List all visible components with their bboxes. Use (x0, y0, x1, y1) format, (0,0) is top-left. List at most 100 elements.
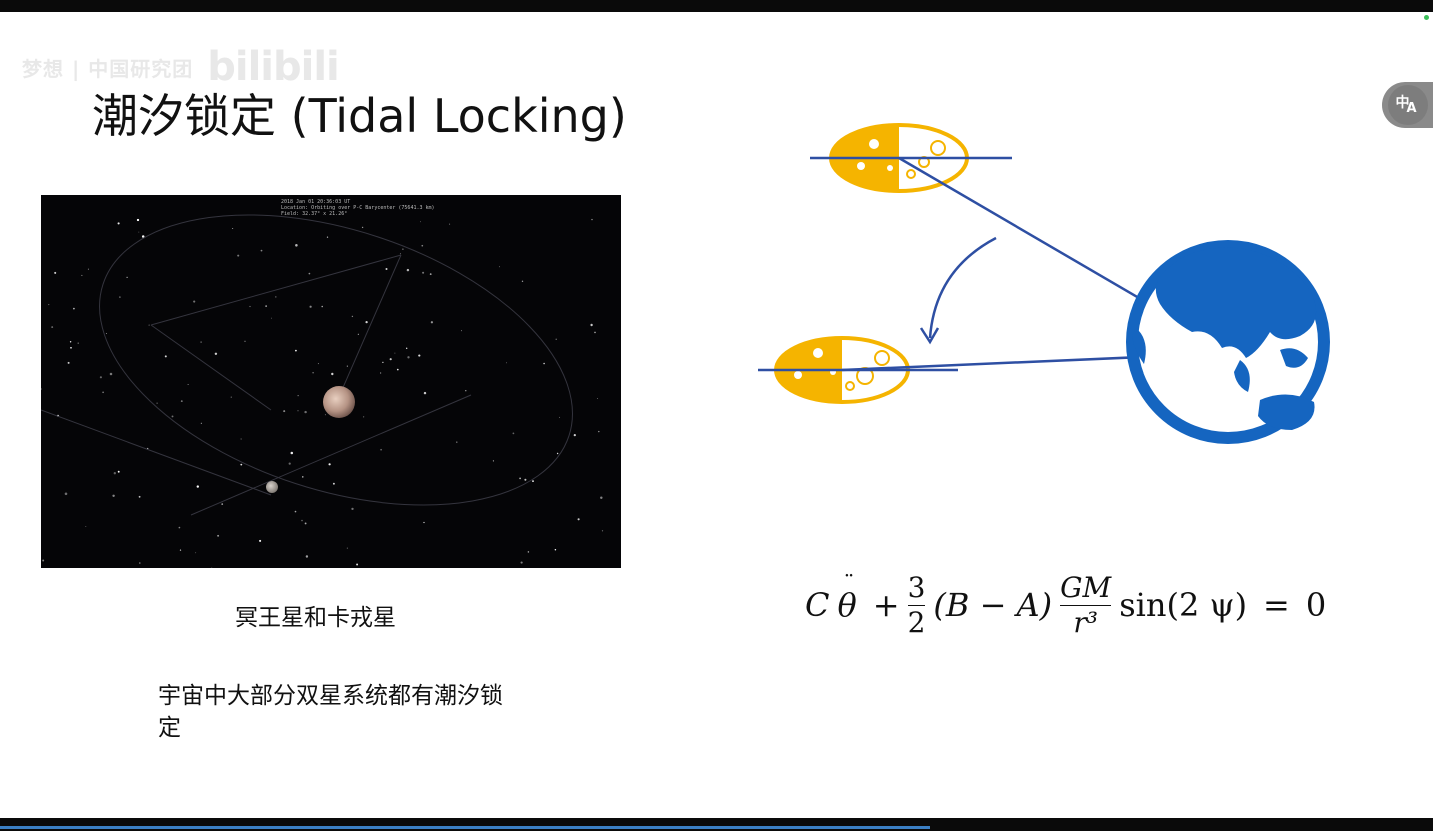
star (196, 485, 199, 488)
star (521, 280, 524, 283)
star (259, 539, 262, 542)
slide-title: 潮汐锁定 (Tidal Locking) (92, 89, 627, 143)
star (460, 330, 462, 332)
image-caption: 冥王星和卡戎星 (235, 605, 396, 631)
star (119, 296, 121, 298)
star (577, 518, 580, 521)
star (465, 390, 467, 392)
star (230, 396, 232, 398)
star (187, 384, 189, 385)
star (70, 346, 72, 349)
star (555, 338, 557, 340)
star (324, 414, 326, 416)
star (69, 341, 72, 343)
star (217, 534, 220, 537)
star (601, 530, 604, 532)
formula-zero: 0 (1305, 586, 1327, 624)
formula-frac1-num: 3 (907, 570, 926, 604)
star (237, 254, 240, 257)
star (312, 372, 314, 374)
star (590, 323, 593, 327)
star (396, 368, 399, 371)
translate-icon: 中 A (1387, 85, 1428, 125)
star (139, 562, 141, 564)
star (456, 441, 458, 443)
star (171, 415, 174, 418)
tidal-locking-diagram (740, 110, 1380, 460)
star (532, 480, 534, 483)
star (407, 356, 410, 359)
star (164, 355, 167, 358)
star (423, 521, 425, 524)
star (357, 333, 359, 335)
star (51, 326, 54, 329)
star (430, 321, 434, 324)
star (214, 352, 218, 356)
star (109, 372, 113, 376)
star (295, 244, 298, 247)
curved-arrow-icon (919, 236, 997, 345)
star (290, 451, 294, 455)
star (295, 349, 297, 352)
star (556, 452, 559, 455)
star (113, 472, 116, 475)
star (260, 249, 263, 252)
star (317, 363, 319, 365)
star (240, 463, 243, 466)
star (361, 226, 364, 229)
star (136, 218, 140, 222)
star (99, 376, 102, 379)
star (179, 549, 182, 551)
watermark-text: 梦想 | 中国研究团 (22, 56, 194, 81)
star (195, 552, 197, 554)
star (138, 495, 141, 498)
star (385, 267, 388, 271)
star (363, 416, 365, 418)
star (356, 563, 359, 566)
star (87, 268, 89, 270)
star (573, 433, 576, 437)
star (117, 470, 120, 473)
formula-theta: ¨ θ (837, 572, 856, 624)
star (418, 354, 421, 357)
star (346, 547, 348, 549)
star (297, 410, 299, 412)
star (77, 342, 79, 344)
video-progress-bar[interactable] (0, 826, 930, 829)
star (180, 400, 183, 403)
star (73, 307, 75, 310)
star (193, 300, 196, 303)
star (449, 223, 451, 225)
earth-globe-icon (1126, 240, 1330, 444)
star (332, 482, 335, 485)
star (351, 315, 354, 318)
star (389, 358, 392, 361)
tidal-locking-equation: C ¨ θ + 3 2 (B − A) GM r³ sin(2 ψ) = 0 (805, 565, 1326, 645)
formula-fraction-gm-r3: GM r³ (1060, 570, 1112, 640)
star (498, 266, 501, 268)
star (54, 271, 57, 274)
star (492, 460, 494, 462)
formula-frac1-den: 2 (907, 605, 926, 639)
star (301, 519, 303, 522)
formula-plus: + (872, 586, 900, 624)
formula-frac2-num: GM (1060, 570, 1112, 604)
translate-glyph-a: A (1406, 101, 1417, 116)
star (527, 551, 530, 553)
top-black-bar (0, 0, 1433, 12)
star (512, 432, 515, 435)
star (249, 305, 251, 308)
star (559, 416, 561, 418)
star (506, 362, 507, 364)
star (221, 503, 224, 505)
star (600, 496, 603, 499)
star (543, 362, 545, 365)
star (200, 422, 202, 424)
star (288, 462, 291, 465)
translate-button[interactable]: 中 A (1382, 82, 1433, 128)
star (297, 395, 299, 397)
star (85, 526, 87, 527)
bottom-black-bar (0, 818, 1433, 831)
star (265, 305, 267, 307)
star (305, 555, 309, 558)
